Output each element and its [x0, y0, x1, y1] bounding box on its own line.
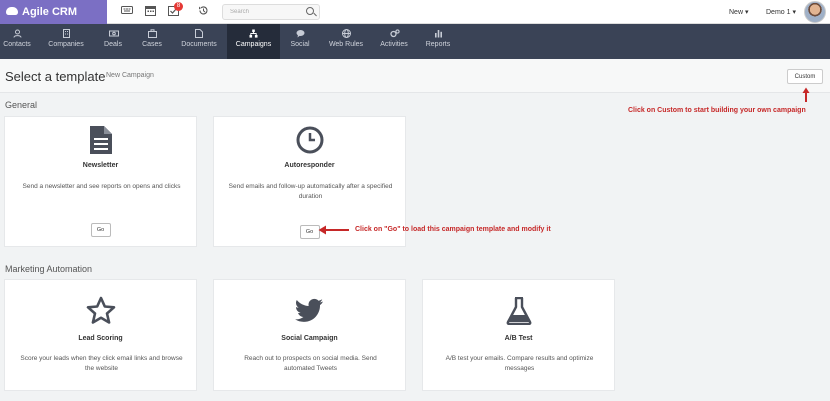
nav-reports[interactable]: Reports	[420, 24, 456, 59]
template-card-lead-scoring: Lead Scoring Score your leads when they …	[4, 279, 197, 391]
page-title: Select a template	[5, 69, 106, 84]
flask-icon	[506, 296, 532, 330]
document-icon	[89, 125, 113, 160]
new-menu[interactable]: New ▾	[729, 8, 748, 16]
card-description: Score your leads when they click email l…	[20, 355, 183, 372]
go-hint: Click on "Go" to load this campaign temp…	[355, 226, 551, 233]
section-marketing-automation: Marketing Automation	[5, 264, 93, 274]
cloud-icon	[6, 7, 18, 15]
star-icon	[86, 296, 116, 329]
bar-chart-icon	[434, 29, 443, 38]
section-general: General	[5, 100, 38, 110]
custom-hint: Click on Custom to start building your o…	[628, 107, 806, 114]
nav-cases[interactable]: Cases	[136, 24, 168, 59]
card-description: Send emails and follow-up automatically …	[228, 183, 393, 200]
nav-label: Reports	[425, 41, 451, 48]
nav-label: Cases	[142, 41, 162, 48]
briefcase-icon	[147, 29, 157, 38]
card-description: A/B test your emails. Compare results an…	[445, 355, 594, 372]
template-card-ab-test: A/B Test A/B test your emails. Compare r…	[422, 279, 615, 391]
custom-button[interactable]: Custom	[787, 69, 823, 84]
chat-icon	[296, 29, 305, 38]
clock-icon	[296, 126, 324, 159]
brand-name: Agile CRM	[22, 6, 77, 18]
building-icon	[62, 29, 71, 38]
globe-icon	[341, 29, 351, 38]
twitter-bird-icon	[294, 298, 325, 327]
keyboard-icon[interactable]	[120, 5, 134, 19]
avatar[interactable]	[804, 1, 826, 23]
nav-campaigns[interactable]: Campaigns	[227, 24, 280, 59]
nav-social[interactable]: Social	[284, 24, 316, 59]
nav-label: Activities	[380, 41, 408, 48]
template-card-newsletter: Newsletter Send a newsletter and see rep…	[4, 116, 197, 247]
user-menu[interactable]: Demo 1 ▾	[766, 8, 796, 16]
cogs-icon	[389, 29, 400, 38]
search-icon[interactable]	[306, 7, 314, 15]
go-button-autoresponder[interactable]: Go	[299, 225, 320, 239]
nav-web-rules[interactable]: Web Rules	[324, 24, 368, 59]
arrow-left-icon	[318, 225, 349, 235]
nav-label: Web Rules	[328, 41, 364, 48]
card-description: Send a newsletter and see reports on ope…	[22, 183, 181, 190]
money-icon	[108, 29, 119, 38]
nav-label: Documents	[181, 41, 217, 48]
template-card-social-campaign: Social Campaign Reach out to prospects o…	[213, 279, 406, 391]
notification-badge: 8	[174, 2, 183, 11]
nav-contacts[interactable]: Contacts	[0, 24, 34, 59]
nav-companies[interactable]: Companies	[40, 24, 92, 59]
nav-documents[interactable]: Documents	[174, 24, 224, 59]
calendar-icon[interactable]	[143, 5, 157, 19]
arrow-up-icon	[802, 87, 810, 102]
card-title: Lead Scoring	[78, 335, 123, 342]
card-title: Newsletter	[82, 162, 119, 169]
main-nav: Contacts Companies Deals Cases Documents…	[0, 24, 830, 59]
nav-activities[interactable]: Activities	[374, 24, 414, 59]
card-title: Social Campaign	[281, 335, 338, 342]
document-icon	[195, 29, 204, 38]
page-subtitle: New Campaign	[106, 72, 154, 79]
history-icon[interactable]	[196, 5, 210, 19]
user-icon	[13, 29, 22, 38]
nav-label: Deals	[104, 41, 122, 48]
card-title: A/B Test	[504, 335, 533, 342]
nav-label: Campaigns	[235, 41, 272, 48]
card-description: Reach out to prospects on social media. …	[244, 355, 377, 372]
go-button-newsletter[interactable]: Go	[90, 223, 111, 237]
top-bar: Agile CRM 8 New ▾ Demo 1 ▾	[0, 0, 830, 24]
brand-logo[interactable]: Agile CRM	[0, 0, 107, 24]
card-title: Autoresponder	[284, 162, 335, 169]
sitemap-icon	[249, 29, 258, 38]
nav-label: Contacts	[3, 41, 31, 48]
nav-label: Social	[290, 41, 310, 48]
nav-deals[interactable]: Deals	[96, 24, 130, 59]
nav-label: Companies	[48, 41, 84, 48]
